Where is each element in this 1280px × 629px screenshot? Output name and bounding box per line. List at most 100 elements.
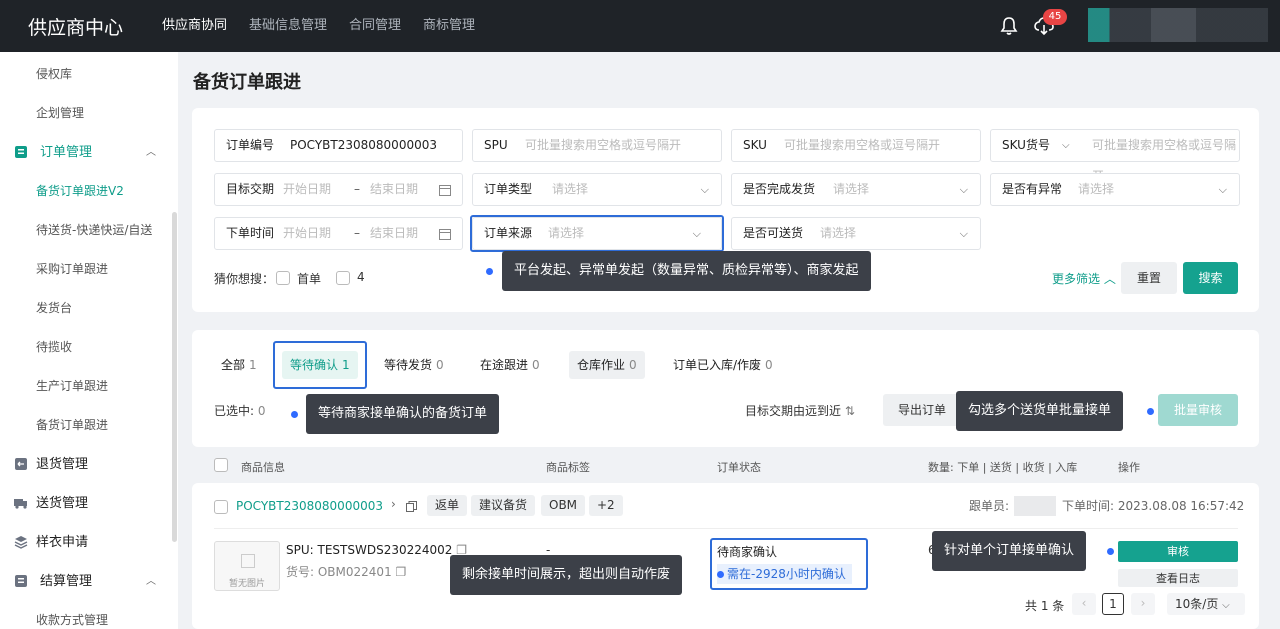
guess-first-order-checkbox[interactable]: [276, 271, 290, 285]
search-button[interactable]: 搜索: [1183, 262, 1238, 294]
sidebar-item-payment-method[interactable]: 收款方式管理: [0, 601, 178, 629]
order-time: 下单时间: 2023.08.08 16:57:42: [1062, 497, 1244, 514]
tag-reorder: 返单: [427, 495, 468, 516]
batch-audit-button[interactable]: 批量审核: [1158, 394, 1238, 426]
sku-placeholder[interactable]: 可批量搜索用空格或逗号隔开: [784, 130, 940, 161]
page-title: 备货订单跟进: [193, 72, 301, 93]
sidebar-group-sample-label: 样衣申请: [36, 535, 89, 550]
sidebar-item-production-order[interactable]: 生产订单跟进: [0, 367, 178, 406]
order-time-end[interactable]: 结束日期: [370, 218, 418, 249]
tip-dot: [717, 571, 724, 578]
sidebar-item-infringement[interactable]: 侵权库: [0, 55, 178, 94]
sidebar-item-purchase-order[interactable]: 采购订单跟进: [0, 250, 178, 289]
order-time-start[interactable]: 开始日期: [283, 218, 331, 249]
audit-button[interactable]: 审核: [1118, 541, 1238, 562]
sidebar-group-delivery-label: 送货管理: [36, 496, 89, 511]
chevron-up-icon: ︿: [146, 576, 156, 587]
view-log-button[interactable]: 查看日志: [1118, 569, 1238, 587]
sidebar-group-delivery[interactable]: 送货管理: [0, 484, 178, 523]
spu-placeholder[interactable]: 可批量搜索用空格或逗号隔开: [525, 130, 681, 161]
nav-supplier-collab[interactable]: 供应商协同: [162, 0, 227, 52]
copy-icon[interactable]: [406, 501, 417, 512]
tag-obm: OBM: [541, 495, 586, 516]
guess-first-order-label: 首单: [297, 272, 322, 286]
target-date-field[interactable]: 目标交期 开始日期 – 结束日期: [214, 173, 463, 206]
deliverable-select[interactable]: 是否可送货 请选择 ⌵: [731, 217, 981, 250]
nav-trademark[interactable]: 商标管理: [423, 0, 475, 52]
spu-label: SPU: [484, 138, 508, 152]
return-icon: [15, 458, 27, 470]
order-number-link[interactable]: POCYBT2308080000003: [236, 499, 383, 513]
target-date-end[interactable]: 结束日期: [370, 174, 418, 205]
page-1-button[interactable]: 1: [1102, 593, 1124, 615]
order-time-field[interactable]: 下单时间 开始日期 – 结束日期: [214, 217, 463, 250]
order-time-label: 下单时间:: [1062, 499, 1115, 513]
delivered-select[interactable]: 是否完成发货 请选择 ⌵: [731, 173, 981, 206]
selected-count: 已选中: 0: [214, 402, 266, 419]
delivered-label: 是否完成发货: [743, 182, 816, 196]
sku-field[interactable]: SKU 可批量搜索用空格或逗号隔开: [731, 129, 981, 162]
sidebar-item-pending-delivery[interactable]: 待送货-快递快运/自送: [0, 211, 178, 250]
sidebar-item-stock-order-v2[interactable]: 备货订单跟进V2: [0, 172, 178, 211]
tab-pending-ship[interactable]: 等待发货 0: [376, 351, 452, 379]
calendar-icon: [439, 229, 451, 240]
abnormal-select[interactable]: 是否有异常 请选择 ⌵: [990, 173, 1240, 206]
sort-toggle[interactable]: 目标交期由远到近 ⇅: [745, 402, 855, 419]
user-avatar-blurred[interactable]: [1088, 8, 1268, 42]
tab-stored-void[interactable]: 订单已入库/作废 0: [665, 351, 781, 379]
reset-button[interactable]: 重置: [1121, 262, 1177, 294]
tag-suggest-stock: 建议备货: [471, 495, 536, 516]
tab-all[interactable]: 全部 1: [213, 351, 265, 379]
order-no-field[interactable]: 订单编号 POCYBT2308080000003: [214, 129, 463, 162]
target-date-start[interactable]: 开始日期: [283, 174, 331, 205]
chevron-down-icon: ⌵: [1222, 600, 1230, 611]
sku-code-label[interactable]: SKU货号: [1002, 130, 1050, 161]
tab-all-label: 全部: [221, 358, 246, 372]
sidebar-item-planning[interactable]: 企划管理: [0, 94, 178, 133]
more-filter-link[interactable]: 更多筛选 ︿: [1052, 270, 1116, 287]
image-placeholder-icon: [241, 554, 255, 568]
bell-icon[interactable]: [1000, 16, 1018, 36]
tab-stored-void-count: 0: [765, 358, 773, 372]
order-checkbox[interactable]: [214, 500, 228, 514]
spu-field[interactable]: SPU 可批量搜索用空格或逗号隔开: [472, 129, 722, 162]
col-product-info: 商品信息: [241, 461, 285, 474]
prev-page-button[interactable]: ‹: [1072, 593, 1096, 615]
product-spu-text: SPU: TESTSWDS230224002: [286, 543, 453, 557]
sku-label: SKU: [743, 138, 767, 152]
page-size-select[interactable]: 10条/页 ⌵: [1167, 593, 1245, 615]
next-page-button[interactable]: ›: [1131, 593, 1155, 615]
select-all-checkbox[interactable]: [214, 458, 228, 472]
sidebar-group-return[interactable]: 退货管理: [0, 445, 178, 484]
product-sku: 货号: OBM022401 ❐: [286, 563, 406, 580]
chevron-down-icon: ⌵: [1218, 183, 1227, 196]
tab-in-transit[interactable]: 在途跟进 0: [472, 351, 548, 379]
sidebar-group-order[interactable]: 订单管理 ︿: [0, 133, 178, 172]
tip-dot: [1147, 408, 1154, 415]
order-no-value[interactable]: POCYBT2308080000003: [290, 130, 437, 161]
brand-title: 供应商中心: [28, 17, 124, 39]
sidebar-group-sample[interactable]: 样衣申请: [0, 523, 178, 562]
tag-more[interactable]: +2: [589, 495, 623, 516]
nav-basic-info[interactable]: 基础信息管理: [249, 0, 327, 52]
chevron-right-icon[interactable]: ›: [391, 497, 396, 511]
deliverable-placeholder: 请选择: [820, 226, 857, 240]
sidebar-item-shipping-desk[interactable]: 发货台: [0, 289, 178, 328]
sidebar-group-settlement[interactable]: 结算管理 ︿: [0, 562, 178, 601]
chevron-down-icon: ⌵: [959, 227, 968, 240]
nav-contract[interactable]: 合同管理: [349, 0, 401, 52]
product-sku-text: 货号: OBM022401: [286, 565, 392, 579]
copy-icon[interactable]: ❐: [396, 565, 407, 579]
col-product-tag: 商品标签: [546, 461, 590, 474]
guess-4-checkbox[interactable]: [336, 271, 350, 285]
order-type-select[interactable]: 订单类型 请选择 ⌵: [472, 173, 722, 206]
sidebar-item-stock-order[interactable]: 备货订单跟进: [0, 406, 178, 445]
sidebar-scrollbar[interactable]: [172, 212, 177, 542]
tab-pending-ship-label: 等待发货: [384, 358, 433, 372]
tab-warehouse[interactable]: 仓库作业 0: [569, 351, 645, 379]
order-time-label: 下单时间: [226, 226, 275, 240]
sidebar-item-pending-pickup[interactable]: 待揽收: [0, 328, 178, 367]
product-thumbnail[interactable]: 暂无图片: [214, 541, 280, 591]
sku-code-field[interactable]: SKU货号 ⌵ 可批量搜索用空格或逗号隔开: [990, 129, 1240, 183]
export-button[interactable]: 导出订单: [883, 394, 961, 426]
